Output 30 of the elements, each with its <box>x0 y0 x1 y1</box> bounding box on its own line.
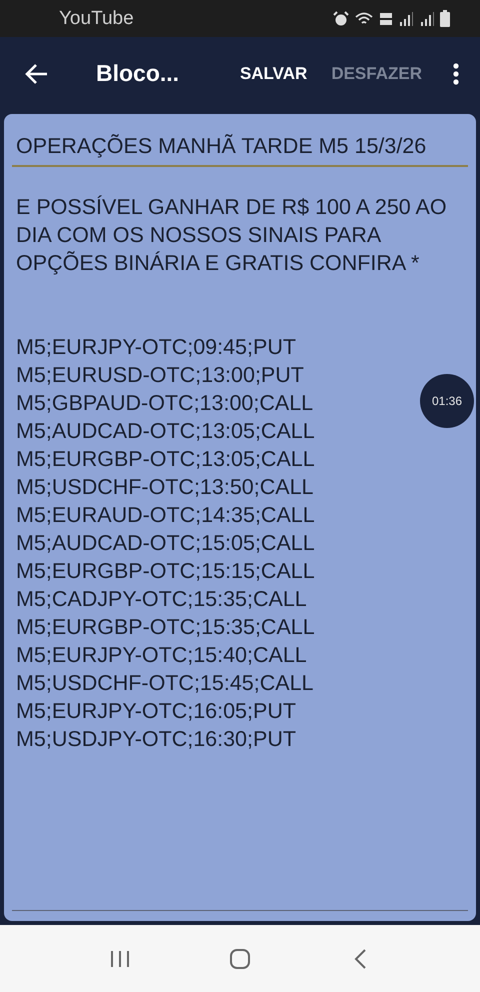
screen-title: Bloco... <box>96 60 180 87</box>
alarm-icon <box>333 10 349 26</box>
toolbar-action[interactable]: SALVAR <box>232 58 316 90</box>
signal-line: M5;USDJPY-OTC;16:30;PUT <box>16 726 296 753</box>
back-arrow-icon <box>25 62 49 84</box>
three-bars-icon <box>109 948 131 968</box>
signal-line: M5;USDCHF-OTC;15:45;CALL <box>16 670 314 697</box>
signal-line: M5;EURJPY-OTC;16:05;PUT <box>16 698 296 725</box>
note-paragraph: E POSSÍVEL GANHAR DE R$ 100 A 250 AO DIA COM OS NOSSOS SINAIS PARA OPÇÕES BINÁRIA E GRATIS CONFIRA * <box>15 194 448 277</box>
home-icon <box>229 948 251 970</box>
signal-line: M5;EURGBP-OTC;15:15;CALL <box>16 558 315 585</box>
battery-icon <box>440 10 450 27</box>
signal-icon <box>419 12 435 26</box>
more-icon <box>453 62 459 84</box>
wifi-icon <box>354 10 374 26</box>
signal-line: M5;EURJPY-OTC;15:40;CALL <box>16 642 307 669</box>
signal-line: M5;USDCHF-OTC;13:50;CALL <box>16 474 314 501</box>
back-icon <box>353 948 367 970</box>
signal-line: M5;AUDCAD-OTC;13:05;CALL <box>16 418 315 445</box>
signal-line: M5;EURJPY-OTC;09:45;PUT <box>16 334 296 361</box>
note-title-field[interactable]: OPERAÇÕES MANHÃ TARDE M5 15/3/26 <box>12 132 468 167</box>
signal-line: M5;EURGBP-OTC;13:05;CALL <box>16 446 315 473</box>
signal-line: M5;AUDCAD-OTC;15:05;CALL <box>16 530 315 557</box>
signal-line: M5;EURAUD-OTC;14:35;CALL <box>16 502 315 529</box>
signal-line: M5;CADJPY-OTC;15:35;CALL <box>16 586 307 613</box>
signal-line: M5;GBPAUD-OTC;13:00;CALL <box>16 390 314 417</box>
status-app-name: YouTube <box>59 8 134 30</box>
signal-icon <box>398 12 414 26</box>
signal-line: M5;EURUSD-OTC;13:00;PUT <box>16 362 304 389</box>
signal-line: M5;EURGBP-OTC;15:35;CALL <box>16 614 315 641</box>
